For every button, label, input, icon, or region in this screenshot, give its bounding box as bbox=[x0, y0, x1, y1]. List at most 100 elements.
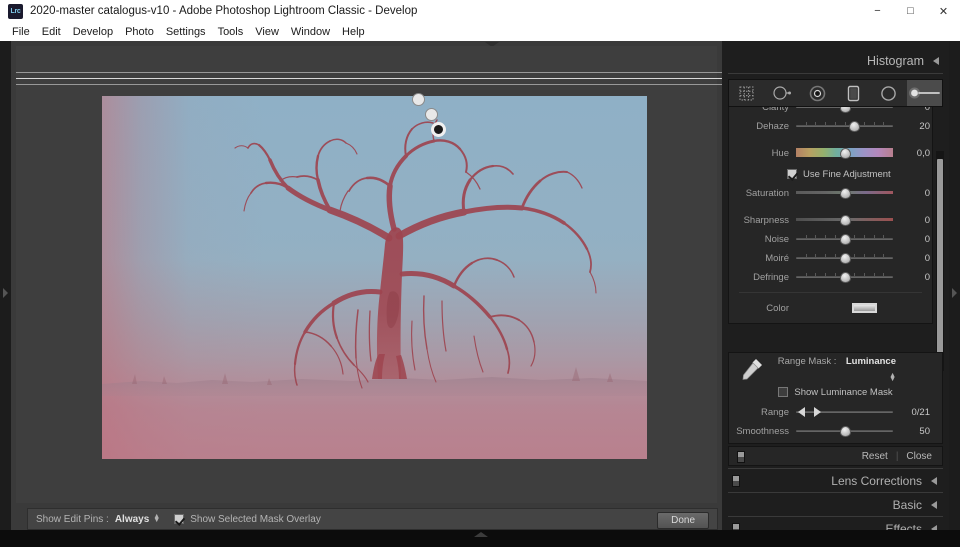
slider-track[interactable] bbox=[796, 251, 893, 265]
panel-lens-corrections[interactable]: Lens Corrections bbox=[728, 468, 943, 492]
slider-row-saturation[interactable]: Saturation 0 bbox=[729, 185, 932, 201]
lens-corrections-switch-icon[interactable] bbox=[732, 475, 740, 487]
range-mask-value[interactable]: Luminance bbox=[846, 356, 896, 367]
range-handle-low[interactable] bbox=[798, 407, 805, 417]
slider-knob[interactable] bbox=[839, 148, 851, 159]
use-fine-adjustment-row[interactable]: Use Fine Adjustment bbox=[729, 166, 932, 182]
slider-label: Saturation bbox=[745, 187, 789, 199]
range-mask-panel: Range Mask : Luminance ▲ ▼ Show Luminance… bbox=[728, 352, 943, 444]
menu-item-window[interactable]: Window bbox=[285, 24, 336, 40]
color-row[interactable]: Color bbox=[729, 299, 932, 317]
menu-item-file[interactable]: File bbox=[6, 24, 36, 40]
range-mask-footer: Reset | Close bbox=[728, 446, 943, 466]
slider-knob[interactable] bbox=[839, 234, 851, 245]
basic-collapse-arrow-icon[interactable] bbox=[931, 500, 937, 509]
slider-row-sharpness[interactable]: Sharpness 0 bbox=[729, 212, 932, 228]
slider-row-moir[interactable]: Moiré 0 bbox=[729, 250, 932, 266]
edit-pin[interactable] bbox=[425, 108, 438, 121]
slider-track[interactable] bbox=[796, 232, 893, 246]
slider-track[interactable] bbox=[796, 146, 893, 160]
edit-pin[interactable] bbox=[412, 93, 425, 106]
slider-track[interactable] bbox=[796, 107, 893, 114]
lens-corrections-collapse-arrow-icon[interactable] bbox=[931, 476, 937, 485]
slider-row-dehaze[interactable]: Dehaze 20 bbox=[729, 118, 932, 134]
slider-row-defringe[interactable]: Defringe 0 bbox=[729, 269, 932, 285]
basic-title: Basic bbox=[892, 497, 922, 512]
range-mask-reset-button[interactable]: Reset bbox=[862, 451, 888, 462]
show-edit-pins-stepper-icon[interactable]: ▲ ▼ bbox=[153, 513, 160, 524]
left-expand-arrow-icon[interactable] bbox=[3, 288, 8, 298]
slider-row-hue[interactable]: Hue 0,0 bbox=[729, 145, 932, 161]
menu-item-settings[interactable]: Settings bbox=[160, 24, 212, 40]
panel-basic[interactable]: Basic bbox=[728, 492, 943, 516]
histogram-header[interactable]: Histogram bbox=[728, 49, 943, 73]
smoothness-slider-track[interactable] bbox=[796, 424, 893, 438]
done-button[interactable]: Done bbox=[657, 512, 709, 529]
lightroom-logo-icon: Lrc bbox=[8, 3, 23, 19]
slider-label: Moiré bbox=[765, 252, 789, 264]
crop-overlay-tool[interactable] bbox=[729, 80, 765, 106]
use-fine-adjustment-label: Use Fine Adjustment bbox=[803, 168, 891, 180]
maximize-icon[interactable]: □ bbox=[894, 0, 927, 22]
smoothness-slider-knob[interactable] bbox=[840, 426, 851, 437]
slider-knob[interactable] bbox=[839, 107, 851, 113]
slider-track[interactable] bbox=[796, 119, 893, 133]
range-mask-stepper-icon[interactable]: ▲ ▼ bbox=[889, 372, 896, 383]
slider-knob[interactable] bbox=[849, 121, 861, 132]
smoothness-slider-row[interactable]: Smoothness 50 bbox=[729, 423, 942, 439]
color-swatch[interactable] bbox=[852, 303, 877, 313]
use-fine-adjustment-checkbox[interactable] bbox=[787, 169, 797, 179]
range-handle-high[interactable] bbox=[814, 407, 821, 417]
image-canvas[interactable]: Show Edit Pins : Always ▲ ▼ Show Selected… bbox=[11, 41, 727, 530]
edit-pin-selected[interactable] bbox=[431, 122, 446, 137]
color-label: Color bbox=[766, 302, 789, 314]
red-eye-correction-tool[interactable] bbox=[800, 80, 836, 106]
slider-knob[interactable] bbox=[839, 272, 851, 283]
graduated-filter-tool[interactable] bbox=[836, 80, 872, 106]
slider-track[interactable] bbox=[796, 213, 893, 227]
menu-item-photo[interactable]: Photo bbox=[119, 24, 160, 40]
spot-removal-tool[interactable] bbox=[765, 80, 801, 106]
minimize-icon[interactable]: − bbox=[861, 0, 894, 22]
range-slider-track[interactable] bbox=[796, 405, 893, 419]
collapse-arrow-icon[interactable] bbox=[933, 57, 939, 65]
slider-row-noise[interactable]: Noise 0 bbox=[729, 231, 932, 247]
show-luminance-mask-label: Show Luminance Mask bbox=[794, 386, 893, 398]
menu-item-view[interactable]: View bbox=[249, 24, 285, 40]
left-panel-collapse-strip[interactable] bbox=[0, 41, 11, 530]
slider-row-clarity[interactable]: Clarity 0 bbox=[729, 107, 932, 115]
right-panel: Histogram Clarity 0 Dehaze 20 Hue 0,0 Us… bbox=[722, 41, 949, 547]
menu-item-tools[interactable]: Tools bbox=[212, 24, 250, 40]
range-mask-close-button[interactable]: Close bbox=[906, 451, 932, 462]
slider-knob[interactable] bbox=[839, 253, 851, 264]
show-edit-pins-value[interactable]: Always bbox=[115, 514, 149, 525]
range-slider-row[interactable]: Range 0/21 bbox=[729, 404, 942, 420]
right-panel-collapse-strip[interactable] bbox=[949, 41, 960, 530]
graduated-filter-overlay bbox=[16, 46, 727, 535]
slider-track[interactable] bbox=[796, 186, 893, 200]
window-controls: − □ ✕ bbox=[861, 0, 960, 22]
menu-item-edit[interactable]: Edit bbox=[36, 24, 67, 40]
slider-knob[interactable] bbox=[839, 188, 851, 199]
menu-item-help[interactable]: Help bbox=[336, 24, 371, 40]
footer-separator: | bbox=[895, 450, 899, 462]
show-edit-pins-label: Show Edit Pins : bbox=[36, 513, 109, 525]
adjustment-brush-tool[interactable] bbox=[906, 80, 942, 106]
close-icon[interactable]: ✕ bbox=[927, 0, 960, 22]
filmstrip-expand-arrow-icon[interactable] bbox=[474, 532, 488, 537]
radial-filter-tool[interactable] bbox=[871, 80, 907, 106]
panel-switch-icon[interactable] bbox=[737, 451, 745, 463]
slider-track[interactable] bbox=[796, 270, 893, 284]
eyedropper-icon[interactable] bbox=[729, 356, 775, 382]
range-mask-header: Range Mask : Luminance ▲ ▼ bbox=[729, 353, 942, 383]
slider-label: Defringe bbox=[753, 271, 789, 283]
menu-item-develop[interactable]: Develop bbox=[67, 24, 119, 40]
slider-knob[interactable] bbox=[839, 215, 851, 226]
panel-scrollbar-thumb[interactable] bbox=[937, 159, 943, 359]
mask-overlay-checkbox[interactable] bbox=[174, 514, 185, 524]
show-luminance-mask-checkbox[interactable] bbox=[778, 387, 789, 397]
window-title: 2020-master catalogus-v10 - Adobe Photos… bbox=[30, 5, 418, 17]
range-slider-value: 0/21 bbox=[911, 406, 931, 418]
right-expand-arrow-icon[interactable] bbox=[952, 288, 957, 298]
